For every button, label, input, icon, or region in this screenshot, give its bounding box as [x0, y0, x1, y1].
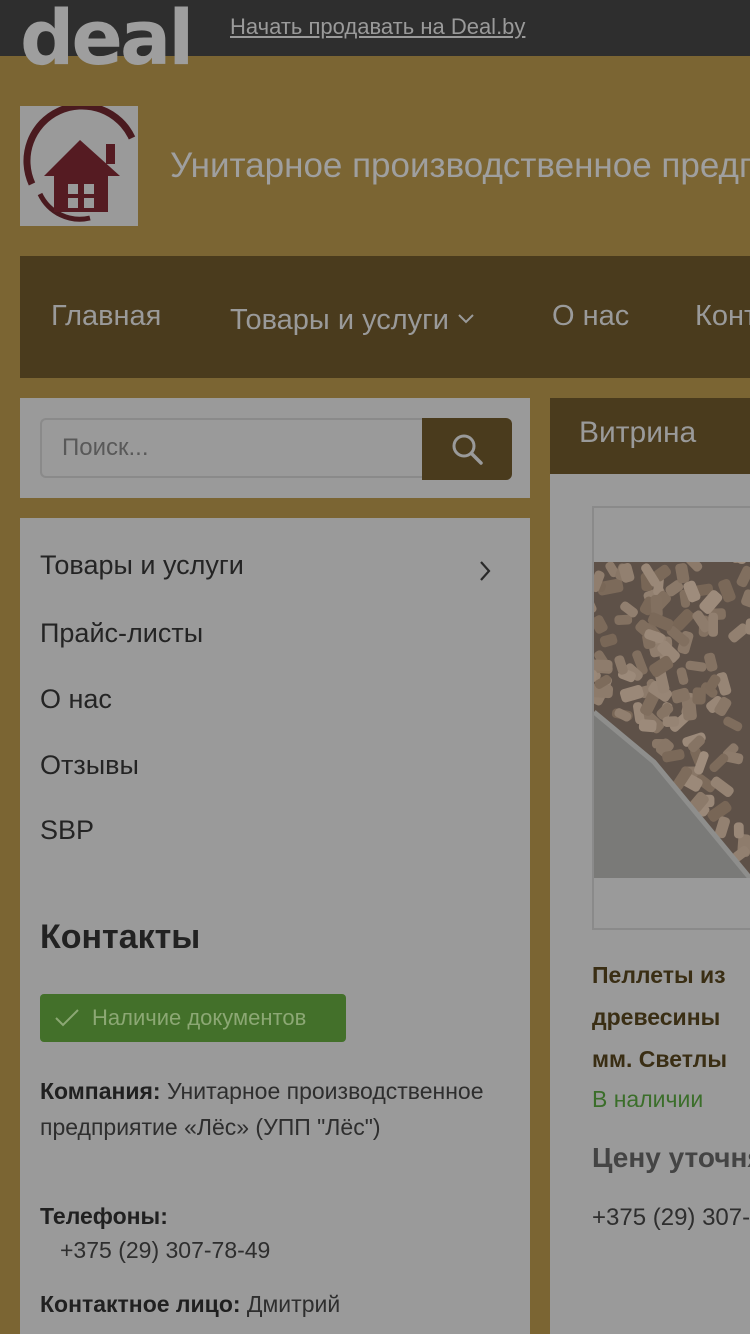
- product-name-line: древесины: [592, 1004, 721, 1030]
- stock-status: В наличии: [592, 1086, 704, 1112]
- phones-label: Телефоны:: [40, 1203, 168, 1229]
- docs-badge[interactable]: Наличие документов: [40, 994, 346, 1042]
- product-image[interactable]: [594, 562, 750, 878]
- chevron-right-icon[interactable]: [478, 560, 492, 587]
- product-name[interactable]: Пеллеты из древесины мм. Светлы: [592, 954, 750, 1080]
- nav-item-about[interactable]: О нас: [552, 300, 629, 333]
- contacts-title: Контакты: [40, 918, 201, 956]
- chevron-down-icon: [457, 300, 475, 333]
- product-name-line: Пеллеты из: [592, 962, 726, 988]
- sidebar-item-about[interactable]: О нас: [40, 684, 112, 715]
- showcase-title: Витрина: [579, 416, 697, 449]
- company-info: Компания: Унитарное производственное пре…: [40, 1073, 510, 1145]
- main-nav: Главная Товары и услуги О нас Контакты: [20, 256, 750, 378]
- search-icon: [452, 434, 483, 465]
- sidebar-item-sbp[interactable]: SBP: [40, 815, 94, 846]
- sidebar-item-price-lists[interactable]: Прайс-листы: [40, 618, 203, 649]
- nav-item-home[interactable]: Главная: [51, 300, 161, 333]
- company-name[interactable]: Унитарное производственное предприятие «…: [170, 146, 750, 186]
- phone-number[interactable]: +375 (29) 307-78-49: [60, 1232, 530, 1268]
- contact-person-value: Дмитрий: [246, 1291, 341, 1317]
- deal-logo[interactable]: deal: [20, 0, 194, 76]
- nav-item-products[interactable]: Товары и услуги: [230, 300, 475, 337]
- nav-item-label: Товары и услуги: [230, 304, 449, 336]
- nav-item-contacts[interactable]: Контакты: [695, 300, 750, 333]
- company-label: Компания:: [40, 1078, 161, 1104]
- product-price: Цену уточняйте: [592, 1142, 750, 1173]
- search-input[interactable]: [40, 418, 424, 478]
- product-phone[interactable]: +375 (29) 307-78-49: [592, 1204, 750, 1232]
- product-name-line: мм. Светлы: [592, 1046, 727, 1072]
- phones-info: Телефоны:: [40, 1198, 510, 1234]
- checkmark-icon: [55, 1009, 79, 1027]
- contact-person-label: Контактное лицо:: [40, 1291, 241, 1317]
- house-logo-icon: [23, 102, 136, 222]
- sidebar-item-products[interactable]: Товары и услуги: [40, 550, 244, 581]
- start-selling-link[interactable]: Начать продавать на Deal.by: [230, 14, 525, 40]
- contact-person-info: Контактное лицо: Дмитрий: [40, 1286, 510, 1322]
- sidebar-item-reviews[interactable]: Отзывы: [40, 750, 139, 781]
- search-button[interactable]: [422, 418, 512, 480]
- company-logo[interactable]: [20, 102, 138, 226]
- docs-badge-label: Наличие документов: [92, 1005, 307, 1030]
